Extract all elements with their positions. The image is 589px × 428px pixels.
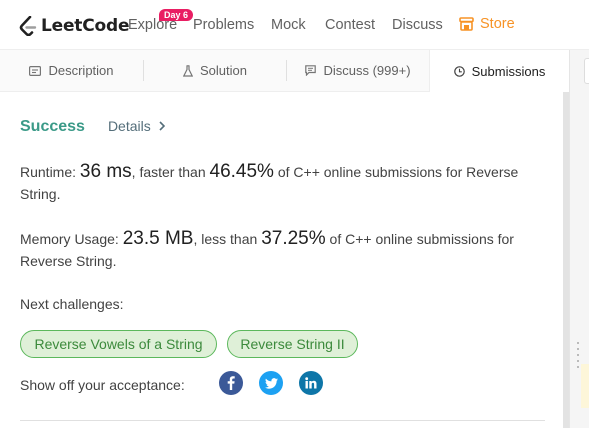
runtime-summary: Runtime: 36 ms, faster than 46.45% of C+… (20, 161, 545, 205)
nav-mock[interactable]: Mock (271, 17, 306, 33)
store-label: Store (480, 16, 515, 32)
tab-discuss-label: Discuss (999+) (323, 63, 411, 78)
facebook-icon (227, 376, 235, 390)
tab-submissions[interactable]: Submissions (429, 50, 569, 92)
problem-tab-bar: Description Solution Discuss (999+) Subm… (0, 50, 569, 92)
nav-store[interactable]: Store (459, 16, 515, 32)
share-label: Show off your acceptance: (20, 377, 185, 393)
leetcode-logo[interactable]: LeetCode (19, 15, 129, 37)
resize-handle[interactable] (577, 342, 579, 372)
explore-day-badge: Day 6 (159, 9, 194, 21)
memory-label: Memory Usage: (20, 231, 119, 247)
tab-description-label: Description (48, 63, 114, 78)
store-icon (459, 17, 474, 31)
twitter-icon (264, 377, 278, 389)
runtime-percentile: 46.45% (209, 161, 274, 182)
tab-description[interactable]: Description (0, 50, 143, 91)
details-label: Details (107, 118, 151, 134)
runtime-comparison: , faster than (131, 164, 206, 180)
tab-discuss[interactable]: Discuss (999+) (287, 50, 429, 91)
status-line: Success Details (20, 118, 165, 136)
description-icon (29, 65, 42, 76)
twitter-share-button[interactable] (259, 371, 283, 395)
tab-solution-label: Solution (200, 63, 247, 78)
memory-value: 23.5 MB (122, 228, 194, 249)
section-divider (20, 420, 545, 421)
runtime-label: Runtime: (20, 164, 77, 180)
nav-discuss[interactable]: Discuss (392, 17, 443, 33)
runtime-value: 36 ms (79, 161, 132, 182)
linkedin-icon (305, 377, 317, 389)
comment-icon (305, 65, 317, 76)
scrollbar-thumb[interactable] (563, 92, 569, 428)
details-link[interactable]: Details (108, 118, 165, 134)
next-challenges-label: Next challenges: (20, 296, 124, 312)
facebook-share-button[interactable] (219, 371, 243, 395)
editor-highlight (581, 364, 589, 408)
memory-comparison: , less than (193, 231, 258, 247)
editor-toolbar-button[interactable] (584, 58, 589, 84)
memory-percentile: 37.25% (261, 228, 326, 249)
top-nav-bar: LeetCode Explore Day 6 Problems Mock Con… (0, 0, 589, 50)
linkedin-share-button[interactable] (299, 371, 323, 395)
tab-submissions-label: Submissions (471, 63, 546, 79)
editor-panel-edge (569, 50, 589, 428)
tab-solution[interactable]: Solution (144, 50, 286, 91)
brand-name: LeetCode (41, 16, 130, 36)
submission-status: Success (20, 118, 85, 135)
nav-contest[interactable]: Contest (325, 17, 375, 33)
chevron-right-icon (159, 121, 165, 131)
leetcode-logo-icon (19, 16, 37, 36)
challenge-chip-reverse-vowels[interactable]: Reverse Vowels of a String (20, 330, 217, 358)
challenge-chip-reverse-string-ii[interactable]: Reverse String II (227, 330, 358, 358)
memory-summary: Memory Usage: 23.5 MB, less than 37.25% … (20, 228, 545, 272)
flask-icon (183, 64, 193, 77)
nav-problems[interactable]: Problems (193, 17, 254, 33)
clock-icon (453, 65, 465, 77)
